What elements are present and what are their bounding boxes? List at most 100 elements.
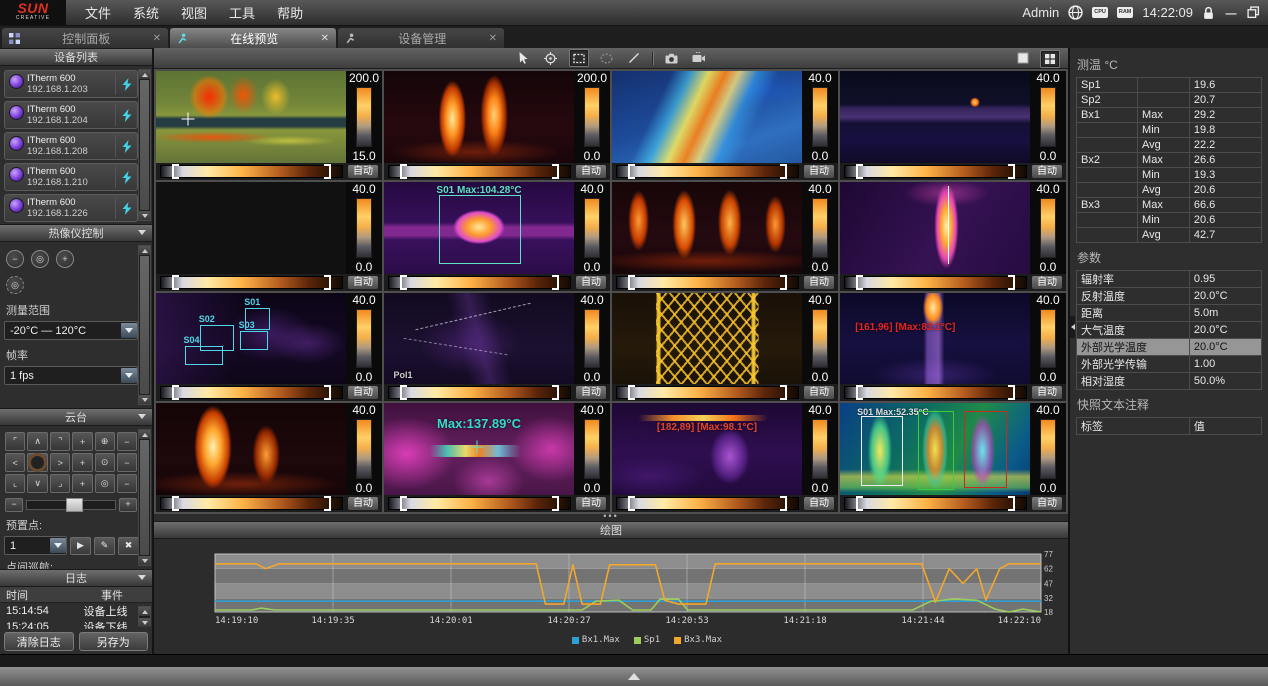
restore-button[interactable] (1247, 6, 1260, 19)
range-bracket-right[interactable] (1008, 496, 1015, 511)
range-bracket-left[interactable] (856, 275, 863, 290)
measurement-row[interactable]: Bx2Max26.6 (1077, 153, 1262, 168)
auto-scale-button[interactable]: 自动 (1032, 165, 1062, 178)
ptz-center-ring[interactable] (27, 453, 48, 472)
pointer-tool-icon[interactable] (515, 50, 533, 66)
pan-down-left[interactable]: ⌞ (5, 474, 25, 493)
parameter-row[interactable]: 外部光学温度20.0°C (1077, 339, 1262, 356)
video-cell[interactable]: 40.00.0自动 (612, 182, 838, 291)
param-value[interactable]: 0.95 (1189, 271, 1261, 288)
tab-close-icon[interactable]: ✕ (321, 33, 329, 44)
range-bracket-left[interactable] (856, 385, 863, 400)
auto-scale-button[interactable]: 自动 (576, 165, 606, 178)
auto-scale-button[interactable]: 自动 (348, 386, 378, 399)
palette-range-bar[interactable] (388, 276, 571, 289)
ptz-header[interactable]: 云台 (0, 408, 152, 426)
measurement-row[interactable]: Avg22.2 (1077, 138, 1262, 153)
palette-range-bar[interactable] (844, 276, 1027, 289)
expand-up-icon[interactable] (628, 673, 640, 680)
chevron-down-icon[interactable] (138, 575, 146, 580)
menubar-item[interactable]: 视图 (170, 0, 218, 25)
range-bracket-left[interactable] (400, 385, 407, 400)
palette-range-bar[interactable] (388, 165, 571, 178)
parameter-row[interactable]: 大气温度20.0°C (1077, 322, 1262, 339)
save-as-button[interactable]: 另存为 (79, 632, 149, 651)
cpu-status-icon[interactable]: CPU (1092, 7, 1108, 18)
range-bracket-right[interactable] (324, 385, 331, 400)
scrollbar[interactable] (138, 69, 151, 221)
thermal-image[interactable] (612, 71, 802, 163)
range-bracket-right[interactable] (324, 164, 331, 179)
iris-close-button[interactable]: − (117, 474, 137, 493)
palette-range-bar[interactable] (160, 386, 343, 399)
palette-range-bar[interactable] (160, 497, 343, 510)
range-bracket-left[interactable] (400, 164, 407, 179)
lock-icon[interactable] (1202, 6, 1215, 20)
palette-range-bar[interactable] (616, 165, 799, 178)
parameter-row[interactable]: 距离5.0m (1077, 305, 1262, 322)
splitter-handle[interactable]: ••• (154, 514, 1068, 521)
thermal-image[interactable]: S01 Max:52.35°C (840, 403, 1030, 495)
plot-header[interactable]: 绘图 (154, 521, 1068, 539)
thermal-image[interactable] (840, 71, 1030, 163)
auto-scale-button[interactable]: 自动 (1032, 497, 1062, 510)
palette-range-bar[interactable] (616, 386, 799, 399)
thermal-image[interactable] (840, 182, 1030, 274)
measurement-row[interactable]: Sp119.6 (1077, 78, 1262, 93)
range-bracket-right[interactable] (1008, 275, 1015, 290)
iris-icon[interactable]: ◎ (95, 474, 115, 493)
focus-near-button[interactable]: + (56, 250, 74, 268)
param-value[interactable]: 20.0°C (1189, 288, 1261, 305)
measurement-row[interactable]: Bx1Max29.2 (1077, 108, 1262, 123)
pan-down-right[interactable]: ⌟ (50, 474, 70, 493)
auto-scale-button[interactable]: 自动 (804, 386, 834, 399)
ram-status-icon[interactable]: RAM (1117, 7, 1134, 18)
tab-control-panel[interactable]: 控制面板 ✕ (2, 28, 168, 48)
parameter-row[interactable]: 辐射率0.95 (1077, 271, 1262, 288)
range-bracket-right[interactable] (780, 496, 787, 511)
auto-scale-button[interactable]: 自动 (576, 276, 606, 289)
dropdown-arrow-icon[interactable] (50, 538, 66, 553)
auto-scale-button[interactable]: 自动 (1032, 276, 1062, 289)
measurement-row[interactable]: Avg42.7 (1077, 228, 1262, 243)
preset-select[interactable]: 1 (4, 536, 67, 555)
device-list-header[interactable]: 设备列表 (0, 48, 152, 66)
autofocus-button[interactable]: ◎ (31, 250, 49, 268)
measurement-row[interactable]: Sp220.7 (1077, 93, 1262, 108)
panel-collapse-handle[interactable] (1070, 316, 1075, 338)
range-bracket-left[interactable] (400, 496, 407, 511)
focus-far-button[interactable]: − (6, 250, 24, 268)
scrollbar[interactable] (138, 245, 151, 405)
range-bracket-right[interactable] (324, 275, 331, 290)
measurement-row[interactable]: Min19.8 (1077, 123, 1262, 138)
thermal-image[interactable]: Pol1 (384, 293, 574, 385)
video-cell[interactable]: 200.00.0自动 (384, 71, 610, 180)
calibrate-button[interactable]: ◎ (6, 276, 24, 294)
auto-scale-button[interactable]: 自动 (576, 386, 606, 399)
thermal-image[interactable]: [182,89] [Max:98.1°C] (612, 403, 802, 495)
video-cell[interactable]: S01 Max:52.35°C40.00.0自动 (840, 403, 1066, 512)
clear-log-button[interactable]: 清除日志 (4, 632, 74, 651)
range-bracket-right[interactable] (780, 385, 787, 400)
param-value[interactable]: 5.0m (1189, 305, 1261, 322)
auto-scale-button[interactable]: 自动 (804, 165, 834, 178)
overlay-roi-box[interactable]: S03 (240, 331, 269, 350)
pan-up[interactable]: ∧ (27, 432, 48, 451)
parameter-row[interactable]: 外部光学传输1.00 (1077, 356, 1262, 373)
thermal-image[interactable] (612, 293, 802, 385)
device-list-item[interactable]: ITherm 600192.168.1.204 (4, 101, 138, 129)
snapshot-icon[interactable] (663, 50, 681, 66)
device-list-item[interactable]: ITherm 600192.168.1.226 (4, 194, 138, 222)
bottom-expand-bar[interactable] (0, 667, 1268, 686)
palette-range-bar[interactable] (844, 497, 1027, 510)
video-cell[interactable]: 40.00.0自动 (840, 71, 1066, 180)
slider-handle[interactable] (66, 498, 83, 512)
overlay-roi-box[interactable] (439, 195, 521, 265)
chevron-down-icon[interactable] (138, 230, 146, 235)
overlay-roi-box[interactable] (918, 411, 954, 490)
range-bracket-right[interactable] (552, 496, 559, 511)
line-tool-icon[interactable] (625, 50, 643, 66)
video-cell[interactable]: S01 Max:104.28°C40.00.0自动 (384, 182, 610, 291)
measurement-row[interactable]: Avg20.6 (1077, 183, 1262, 198)
network-globe-icon[interactable] (1068, 5, 1083, 20)
